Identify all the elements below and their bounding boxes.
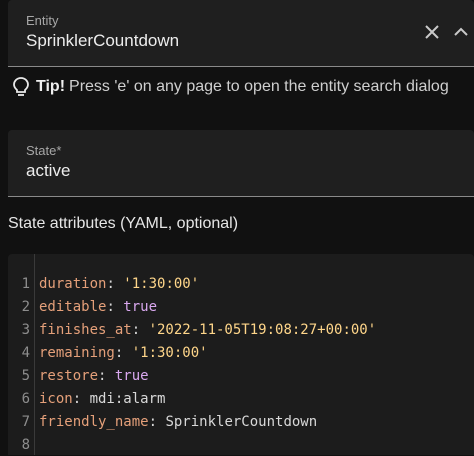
line-number: 6 <box>21 390 30 407</box>
line-number: 8 <box>21 436 30 453</box>
code-text: friendly_name: SprinklerCountdown <box>39 414 317 430</box>
state-attributes-heading: State attributes (YAML, optional) <box>8 215 239 232</box>
line-number: 1 <box>21 275 30 292</box>
code-text: editable: true <box>39 299 157 315</box>
code-text: icon: mdi:alarm <box>39 391 165 407</box>
yaml-value: mdi:alarm <box>89 390 166 407</box>
yaml-separator: : <box>106 298 124 315</box>
code-line[interactable]: 4 remaining: '1:30:00' <box>8 341 474 364</box>
yaml-key: restore <box>39 367 99 384</box>
code-text: finishes_at: '2022-11-05T19:08:27+00:00' <box>39 322 376 338</box>
tip-text: Press 'e' on any page to open the entity… <box>69 78 449 95</box>
code-text: duration: '1:30:00' <box>39 276 199 292</box>
state-label: State* <box>26 143 62 158</box>
yaml-separator: : <box>98 367 115 384</box>
yaml-key: remaining <box>39 344 115 361</box>
entity-input[interactable]: SprinklerCountdown <box>26 31 179 51</box>
yaml-value: true <box>114 367 149 384</box>
code-line[interactable]: 2 editable: true <box>8 295 474 318</box>
code-line[interactable]: 8 <box>8 433 474 456</box>
state-input[interactable]: active <box>26 161 70 181</box>
state-field[interactable]: State* active <box>8 130 474 197</box>
lightbulb-outline-icon <box>10 75 32 99</box>
yaml-key: editable <box>39 298 107 315</box>
line-number: 7 <box>21 413 30 430</box>
yaml-separator: : <box>106 275 124 292</box>
yaml-separator: : <box>72 390 90 407</box>
line-number: 2 <box>21 298 30 315</box>
tip-banner: Tip! Press 'e' on any page to open the e… <box>10 74 449 100</box>
code-line[interactable]: 3 finishes_at: '2022-11-05T19:08:27+00:00… <box>8 318 474 341</box>
yaml-key: finishes_at <box>39 321 132 338</box>
code-line[interactable]: 6 icon: mdi:alarm <box>8 387 474 410</box>
yaml-separator: : <box>114 344 132 361</box>
line-number: 4 <box>21 344 30 361</box>
code-line[interactable]: 7 friendly_name: SprinklerCountdown <box>8 410 474 433</box>
yaml-value: true <box>123 298 158 315</box>
tip-title: Tip! <box>36 78 66 95</box>
code-text: remaining: '1:30:00' <box>39 345 208 361</box>
yaml-value: '1:30:00' <box>123 275 200 292</box>
yaml-key: icon <box>39 390 73 407</box>
yaml-key: friendly_name <box>39 413 149 430</box>
line-number: 5 <box>21 367 30 384</box>
yaml-value: '2022-11-05T19:08:27+00:00' <box>148 321 377 338</box>
yaml-value: '1:30:00' <box>131 344 208 361</box>
entity-label: Entity <box>26 13 59 28</box>
code-line[interactable]: 5 restore: true <box>8 364 474 387</box>
code-text: restore: true <box>39 368 149 384</box>
yaml-separator: : <box>148 413 166 430</box>
line-number: 3 <box>21 321 30 338</box>
close-icon[interactable] <box>420 20 444 44</box>
yaml-value: SprinklerCountdown <box>165 413 318 430</box>
entity-picker[interactable]: Entity SprinklerCountdown <box>8 0 474 67</box>
yaml-editor[interactable]: 1 duration: '1:30:00' 2 editable: true 3 fini… <box>8 254 474 455</box>
yaml-separator: : <box>131 321 149 338</box>
code-line[interactable]: 1 duration: '1:30:00' <box>8 272 474 295</box>
yaml-key: duration <box>39 275 107 292</box>
menu-down-icon[interactable] <box>452 20 474 44</box>
